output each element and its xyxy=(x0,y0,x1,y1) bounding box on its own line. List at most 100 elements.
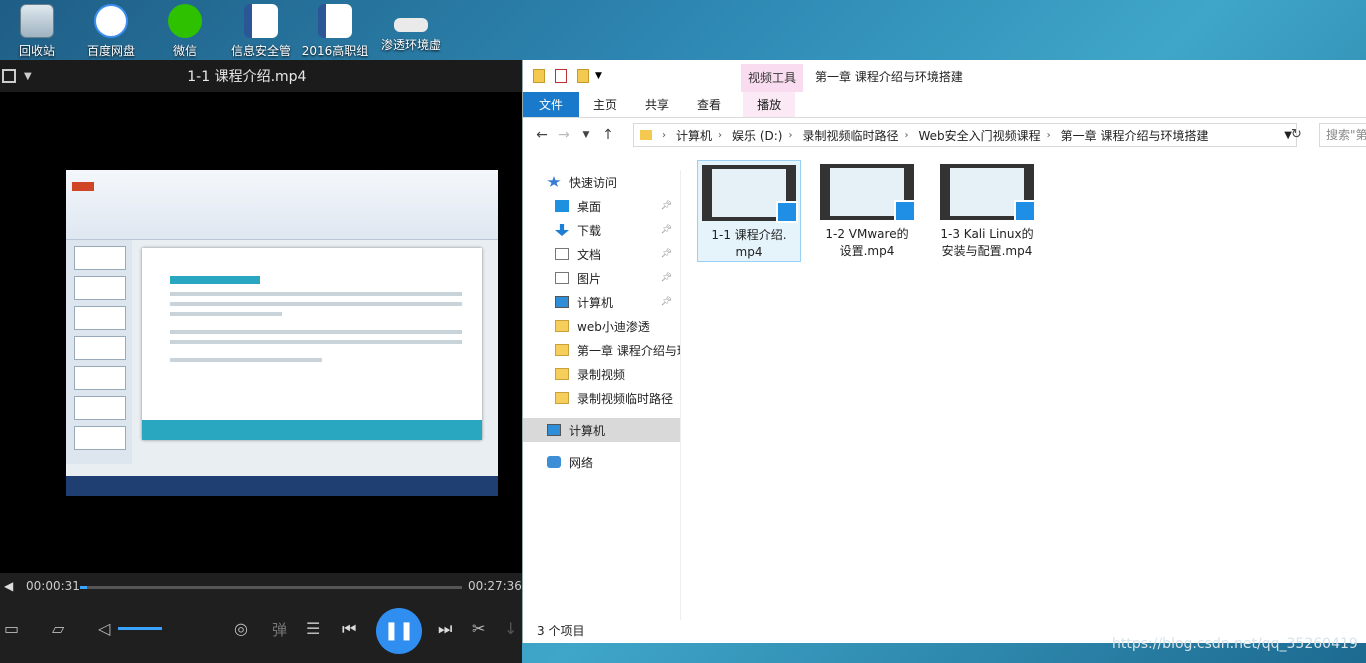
word-doc-icon xyxy=(318,4,352,38)
baidu-netdisk-icon xyxy=(94,4,128,38)
breadcrumb-separator[interactable]: › xyxy=(905,130,909,141)
desktop-icon-label: 2016高职组 xyxy=(301,44,369,58)
breadcrumb-folder[interactable]: 录制视频临时路径 xyxy=(802,127,898,144)
video-file-icon xyxy=(894,200,916,222)
nav-item-network[interactable]: 网络 xyxy=(523,450,680,474)
tab-file[interactable]: 文件 xyxy=(523,92,580,117)
desktop-icon-baidu-netdisk[interactable]: 百度网盘 xyxy=(74,4,148,59)
tab-play[interactable]: 播放 xyxy=(743,92,796,117)
file-item[interactable]: 1-3 Kali Linux的 安装与配置.mp4 xyxy=(935,160,1039,260)
breadcrumb-computer[interactable]: 计算机 xyxy=(676,127,712,144)
breadcrumb-separator[interactable]: › xyxy=(788,130,792,141)
nav-item-pictures[interactable]: 图片 📌︎ xyxy=(523,266,680,290)
nav-item-folder[interactable]: 第一章 课程介绍与环 xyxy=(523,338,680,362)
desktop-icon-word-doc-1[interactable]: 信息安全管 xyxy=(224,4,298,59)
nav-item-downloads[interactable]: 下载 📌︎ xyxy=(523,218,680,242)
nav-item-documents[interactable]: 文档 📌︎ xyxy=(523,242,680,266)
address-bar-row: ← → ▼ ↑ › 计算机 › 娱乐 (D:) › 录制视频临时路径 › Web… xyxy=(523,118,1366,152)
pin-icon: 📌︎ xyxy=(660,249,672,259)
nav-item-label: 计算机 xyxy=(577,295,614,310)
video-thumbnail xyxy=(820,164,916,222)
nav-item-computer-pinned[interactable]: 计算机 📌︎ xyxy=(523,290,680,314)
desktop-icon xyxy=(555,200,569,212)
volume-slider[interactable] xyxy=(118,627,162,630)
danmaku-button[interactable]: 弹 xyxy=(272,619,287,640)
breadcrumb-drive[interactable]: 娱乐 (D:) xyxy=(732,127,782,144)
breadcrumb-separator[interactable]: › xyxy=(718,130,722,141)
desktop-icon-wechat[interactable]: 微信 xyxy=(148,4,222,59)
rewind-icon[interactable]: ◀ xyxy=(4,579,13,593)
previous-icon[interactable]: ⏮ xyxy=(342,619,356,639)
ppt-slide-thumbnails xyxy=(66,240,132,464)
nav-item-folder[interactable]: web小迪渗透 xyxy=(523,314,680,338)
scissors-icon[interactable]: ✂ xyxy=(472,619,485,638)
search-input[interactable]: 搜索"第 xyxy=(1319,123,1366,147)
video-thumbnail xyxy=(702,165,798,223)
status-bar: 3 个项目 xyxy=(537,624,585,638)
file-name: mp4 xyxy=(735,245,763,259)
up-icon[interactable]: ↑ xyxy=(597,127,619,143)
file-item[interactable]: 1-2 VMware的 设置.mp4 xyxy=(815,160,919,260)
nav-item-computer[interactable]: 计算机 xyxy=(523,418,680,442)
desktop-icon-word-doc-2[interactable]: 2016高职组 xyxy=(298,4,372,59)
file-name: 1-3 Kali Linux的 xyxy=(940,227,1034,241)
nav-item-label: 文档 xyxy=(577,247,602,262)
menu-icon[interactable] xyxy=(2,69,16,83)
new-folder-icon[interactable] xyxy=(577,69,589,83)
folder-icon xyxy=(555,344,569,356)
chevron-down-icon[interactable]: ▼ xyxy=(24,71,32,82)
breadcrumb-folder[interactable]: Web安全入门视频课程 xyxy=(919,127,1041,144)
seek-bar[interactable] xyxy=(80,586,462,589)
breadcrumb-separator[interactable]: › xyxy=(1047,130,1051,141)
wechat-icon xyxy=(168,4,202,38)
tab-view[interactable]: 查看 xyxy=(683,92,735,117)
recent-locations-icon[interactable]: ▼ xyxy=(575,130,597,140)
breadcrumb-current[interactable]: 第一章 课程介绍与环境搭建 xyxy=(1061,127,1209,144)
vr-icon[interactable]: ◎ xyxy=(234,619,248,638)
download-icon[interactable]: ↓ xyxy=(504,619,517,638)
properties-icon[interactable] xyxy=(555,69,567,83)
desktop-icon-label: 回收站 xyxy=(18,44,55,58)
tab-home[interactable]: 主页 xyxy=(579,92,631,117)
nav-item-label: 图片 xyxy=(577,271,602,286)
nav-item-label: web小迪渗透 xyxy=(577,319,650,334)
desktop-icon-recycle-bin[interactable]: 回收站 xyxy=(0,4,74,59)
nav-item-folder[interactable]: 录制视频临时路径 xyxy=(523,386,680,410)
desktop-icon-file[interactable]: 渗透环境虚 xyxy=(374,4,448,53)
folder-icon xyxy=(640,130,652,140)
toolbox-icon[interactable]: ▭ xyxy=(4,619,19,638)
file-name: 1-2 VMware的 xyxy=(825,227,909,241)
explorer-titlebar: ▼ 视频工具 第一章 课程介绍与环境搭建 xyxy=(523,60,1366,92)
settings-sliders-icon[interactable]: ☰ xyxy=(306,619,320,638)
video-frame[interactable] xyxy=(66,170,498,496)
forward-icon[interactable]: → xyxy=(553,127,575,143)
nav-item-folder[interactable]: 录制视频 xyxy=(523,362,680,386)
player-titlebar: ▼ 1-1 课程介绍.mp4 xyxy=(0,60,522,92)
volume-icon[interactable]: ◁ xyxy=(98,619,110,638)
next-icon[interactable]: ⏭ xyxy=(438,619,452,639)
folder-icon[interactable] xyxy=(533,69,545,83)
nav-item-quick-access[interactable]: 快速访问 xyxy=(523,170,680,194)
pause-button[interactable]: ❚❚ xyxy=(376,608,422,654)
desktop-icon-label: 渗透环境虚 xyxy=(380,38,441,52)
address-bar[interactable]: › 计算机 › 娱乐 (D:) › 录制视频临时路径 › Web安全入门视频课程… xyxy=(633,123,1297,147)
file-name: 安装与配置.mp4 xyxy=(941,244,1033,258)
refresh-icon[interactable]: ↻ xyxy=(1291,127,1302,142)
desktop-icon-label: 百度网盘 xyxy=(86,44,135,58)
ppt-taskbar xyxy=(66,476,498,496)
tab-share[interactable]: 共享 xyxy=(631,92,683,117)
back-icon[interactable]: ← xyxy=(531,127,553,143)
folder-icon xyxy=(555,392,569,404)
open-folder-icon[interactable]: ▱ xyxy=(52,619,64,638)
star-icon xyxy=(547,176,561,187)
breadcrumb-separator[interactable]: › xyxy=(662,130,666,141)
video-tools-tab[interactable]: 视频工具 xyxy=(741,64,803,92)
file-item[interactable]: 1-1 课程介绍. mp4 xyxy=(697,160,801,262)
video-file-icon xyxy=(776,201,798,223)
file-name: 设置.mp4 xyxy=(839,244,895,258)
recycle-bin-icon xyxy=(20,4,54,38)
customize-quick-access-icon[interactable]: ▼ xyxy=(595,71,602,81)
navigation-pane: 快速访问 桌面 📌︎ 下载 📌︎ 文档 📌︎ 图片 📌︎ 计算机 📌︎ web小… xyxy=(523,170,681,620)
computer-icon xyxy=(547,424,561,436)
nav-item-desktop[interactable]: 桌面 📌︎ xyxy=(523,194,680,218)
